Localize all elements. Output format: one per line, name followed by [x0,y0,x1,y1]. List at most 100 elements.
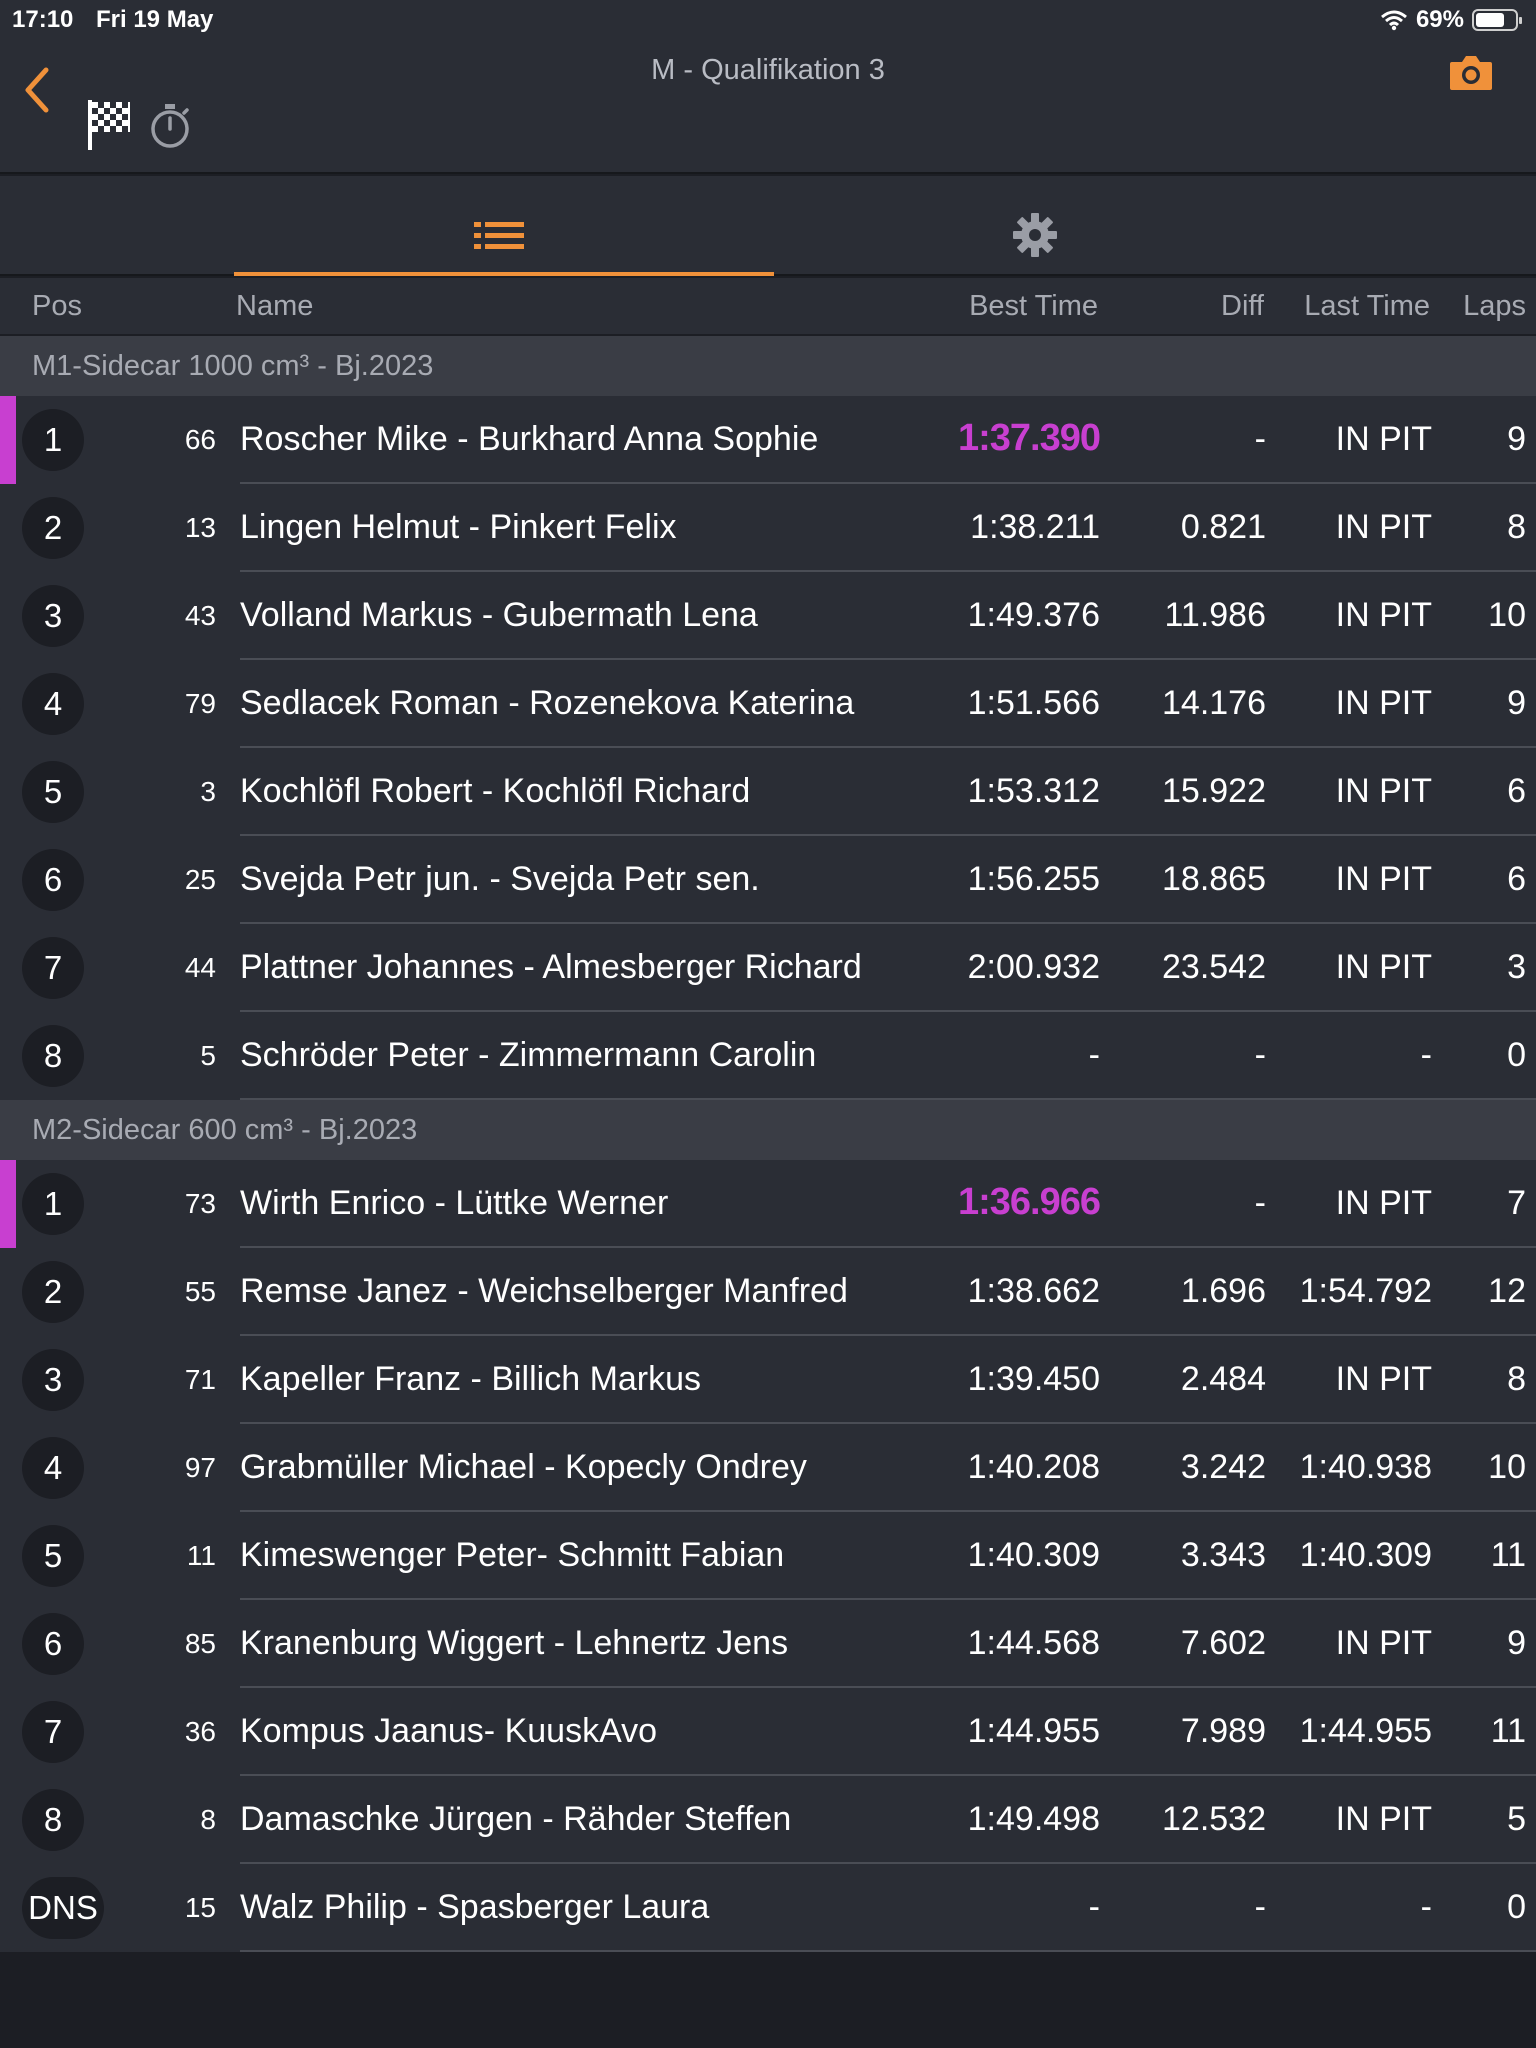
table-row[interactable]: 7 44 Plattner Johannes - Almesberger Richa… [0,924,1536,1012]
col-diff: Diff [1221,290,1264,322]
table-row[interactable]: DNS 15 Walz Philip - Spasberger Laura - - - 0 [0,1864,1536,1952]
tab-bar [0,176,1536,276]
position-badge: 3 [22,585,84,647]
checkered-flag-icon[interactable] [86,98,132,152]
lap-count: 8 [1507,508,1526,546]
status-time: 17:10 [12,6,74,33]
time-diff: - [1254,1888,1266,1926]
lap-count: 6 [1507,772,1526,810]
rider-names: Kochlöfl Robert - Kochlöfl Richard [240,772,751,810]
table-row[interactable]: 5 3 Kochlöfl Robert - Kochlöfl Richard 1:53… [0,748,1536,836]
table-row[interactable]: 2 13 Lingen Helmut - Pinkert Felix 1:38.211… [0,484,1536,572]
rider-names: Lingen Helmut - Pinkert Felix [240,508,677,546]
stopwatch-icon[interactable] [148,102,192,150]
table-row[interactable]: 2 55 Remse Janez - Weichselberger Manfred 1… [0,1248,1536,1336]
time-diff: 7.989 [1180,1712,1266,1750]
position-badge: 8 [22,1789,84,1851]
rider-names: Plattner Johannes - Almesberger Richard [240,948,862,986]
tab-results-list[interactable] [234,176,774,276]
best-time: 1:44.955 [967,1712,1100,1750]
lap-count: 12 [1488,1272,1526,1310]
battery-icon [1472,9,1522,31]
table-row[interactable]: 3 71 Kapeller Franz - Billich Markus 1:39.4… [0,1336,1536,1424]
position-badge: 7 [22,1701,84,1763]
last-time: IN PIT [1335,1360,1432,1398]
last-time: IN PIT [1335,508,1432,546]
rider-names: Remse Janez - Weichselberger Manfred [240,1272,848,1310]
rider-names: Kompus Jaanus- KuuskAvo [240,1712,658,1750]
last-time: - [1420,1036,1432,1074]
position-badge: 4 [22,1437,84,1499]
rider-names: Sedlacek Roman - Rozenekova Katerina [240,684,855,722]
best-time: - [1088,1888,1100,1926]
start-number: 11 [186,1540,216,1571]
last-time: IN PIT [1335,948,1432,986]
camera-icon[interactable] [1448,52,1494,92]
lap-count: 11 [1490,1712,1526,1750]
best-time: 1:38.211 [970,508,1100,546]
table-row[interactable]: 6 25 Svejda Petr jun. - Svejda Petr sen. 1:… [0,836,1536,924]
col-last-time: Last Time [1304,290,1430,322]
last-time: 1:54.792 [1299,1272,1432,1310]
time-diff: 3.242 [1180,1448,1266,1486]
fastest-indicator [0,396,16,484]
position-badge: 5 [22,1525,84,1587]
table-row[interactable]: 5 11 Kimeswenger Peter- Schmitt Fabian 1:40… [0,1512,1536,1600]
lap-count: 0 [1507,1036,1526,1074]
rider-names: Svejda Petr jun. - Svejda Petr sen. [240,860,760,898]
start-number: 44 [184,952,216,983]
time-diff: 2.484 [1180,1360,1266,1398]
lap-count: 10 [1488,596,1526,634]
time-diff: - [1254,420,1266,458]
lap-count: 7 [1507,1184,1526,1222]
table-row[interactable]: 6 85 Kranenburg Wiggert - Lehnertz Jens 1:4… [0,1600,1536,1688]
best-time: 1:49.376 [967,596,1100,634]
rider-names: Kapeller Franz - Billich Markus [240,1360,702,1398]
fastest-indicator [0,1160,16,1248]
best-time: 1:53.312 [967,772,1100,810]
position-badge: 1 [22,1173,84,1235]
rider-names: Wirth Enrico - Lüttke Werner [240,1184,669,1222]
time-diff: 14.176 [1162,684,1266,722]
last-time: 1:40.938 [1299,1448,1432,1486]
last-time: IN PIT [1335,1800,1432,1838]
tab-settings[interactable] [774,176,1294,276]
group-title: M1-Sidecar 1000 cm³ - Bj.2023 [32,350,434,382]
lap-count: 10 [1488,1448,1526,1486]
position-badge: 2 [22,497,84,559]
table-row[interactable]: 1 73 Wirth Enrico - Lüttke Werner 1:36.966 -… [0,1160,1536,1248]
rider-names: Volland Markus - Gubermath Lena [240,596,758,634]
lap-count: 6 [1507,860,1526,898]
best-time: 1:49.498 [967,1800,1100,1838]
position-badge: 7 [22,937,84,999]
start-number: 8 [200,1804,216,1835]
best-time: 1:40.208 [967,1448,1100,1486]
table-row[interactable]: 8 8 Damaschke Jürgen - Rähder Steffen 1:49.… [0,1776,1536,1864]
last-time: 1:44.955 [1299,1712,1432,1750]
table-row[interactable]: 3 43 Volland Markus - Gubermath Lena 1:49.3… [0,572,1536,660]
time-diff: - [1254,1184,1266,1222]
col-laps: Laps [1463,290,1526,322]
position-badge: 5 [22,761,84,823]
table-row[interactable]: 1 66 Roscher Mike - Burkhard Anna Sophie 1:… [0,396,1536,484]
lap-count: 5 [1507,1800,1526,1838]
rider-names: Grabmüller Michael - Kopecly Ondrey [240,1448,807,1486]
time-diff: 11.986 [1164,596,1266,634]
table-row[interactable]: 7 36 Kompus Jaanus- KuuskAvo 1:44.955 7.989 1… [0,1688,1536,1776]
last-time: IN PIT [1335,860,1432,898]
time-diff: 1.696 [1180,1272,1266,1310]
nav-bar: M - Qualifikation 3 [0,40,1536,174]
last-time: IN PIT [1335,1624,1432,1662]
lap-count: 9 [1507,684,1526,722]
table-row[interactable]: 8 5 Schröder Peter - Zimmermann Carolin - - -… [0,1012,1536,1100]
table-row[interactable]: 4 97 Grabmüller Michael - Kopecly Ondrey 1:… [0,1424,1536,1512]
position-badge: 1 [22,409,84,471]
table-row[interactable]: 4 79 Sedlacek Roman - Rozenekova Katerina 1… [0,660,1536,748]
last-time: - [1420,1888,1432,1926]
group-header: M1-Sidecar 1000 cm³ - Bj.2023 [0,336,1536,396]
start-number: 97 [184,1452,216,1483]
time-diff: 18.865 [1162,860,1266,898]
column-header: Pos Name Best Time Diff Last Time Laps [0,278,1536,334]
last-time: IN PIT [1335,420,1432,458]
time-diff: - [1254,1036,1266,1074]
